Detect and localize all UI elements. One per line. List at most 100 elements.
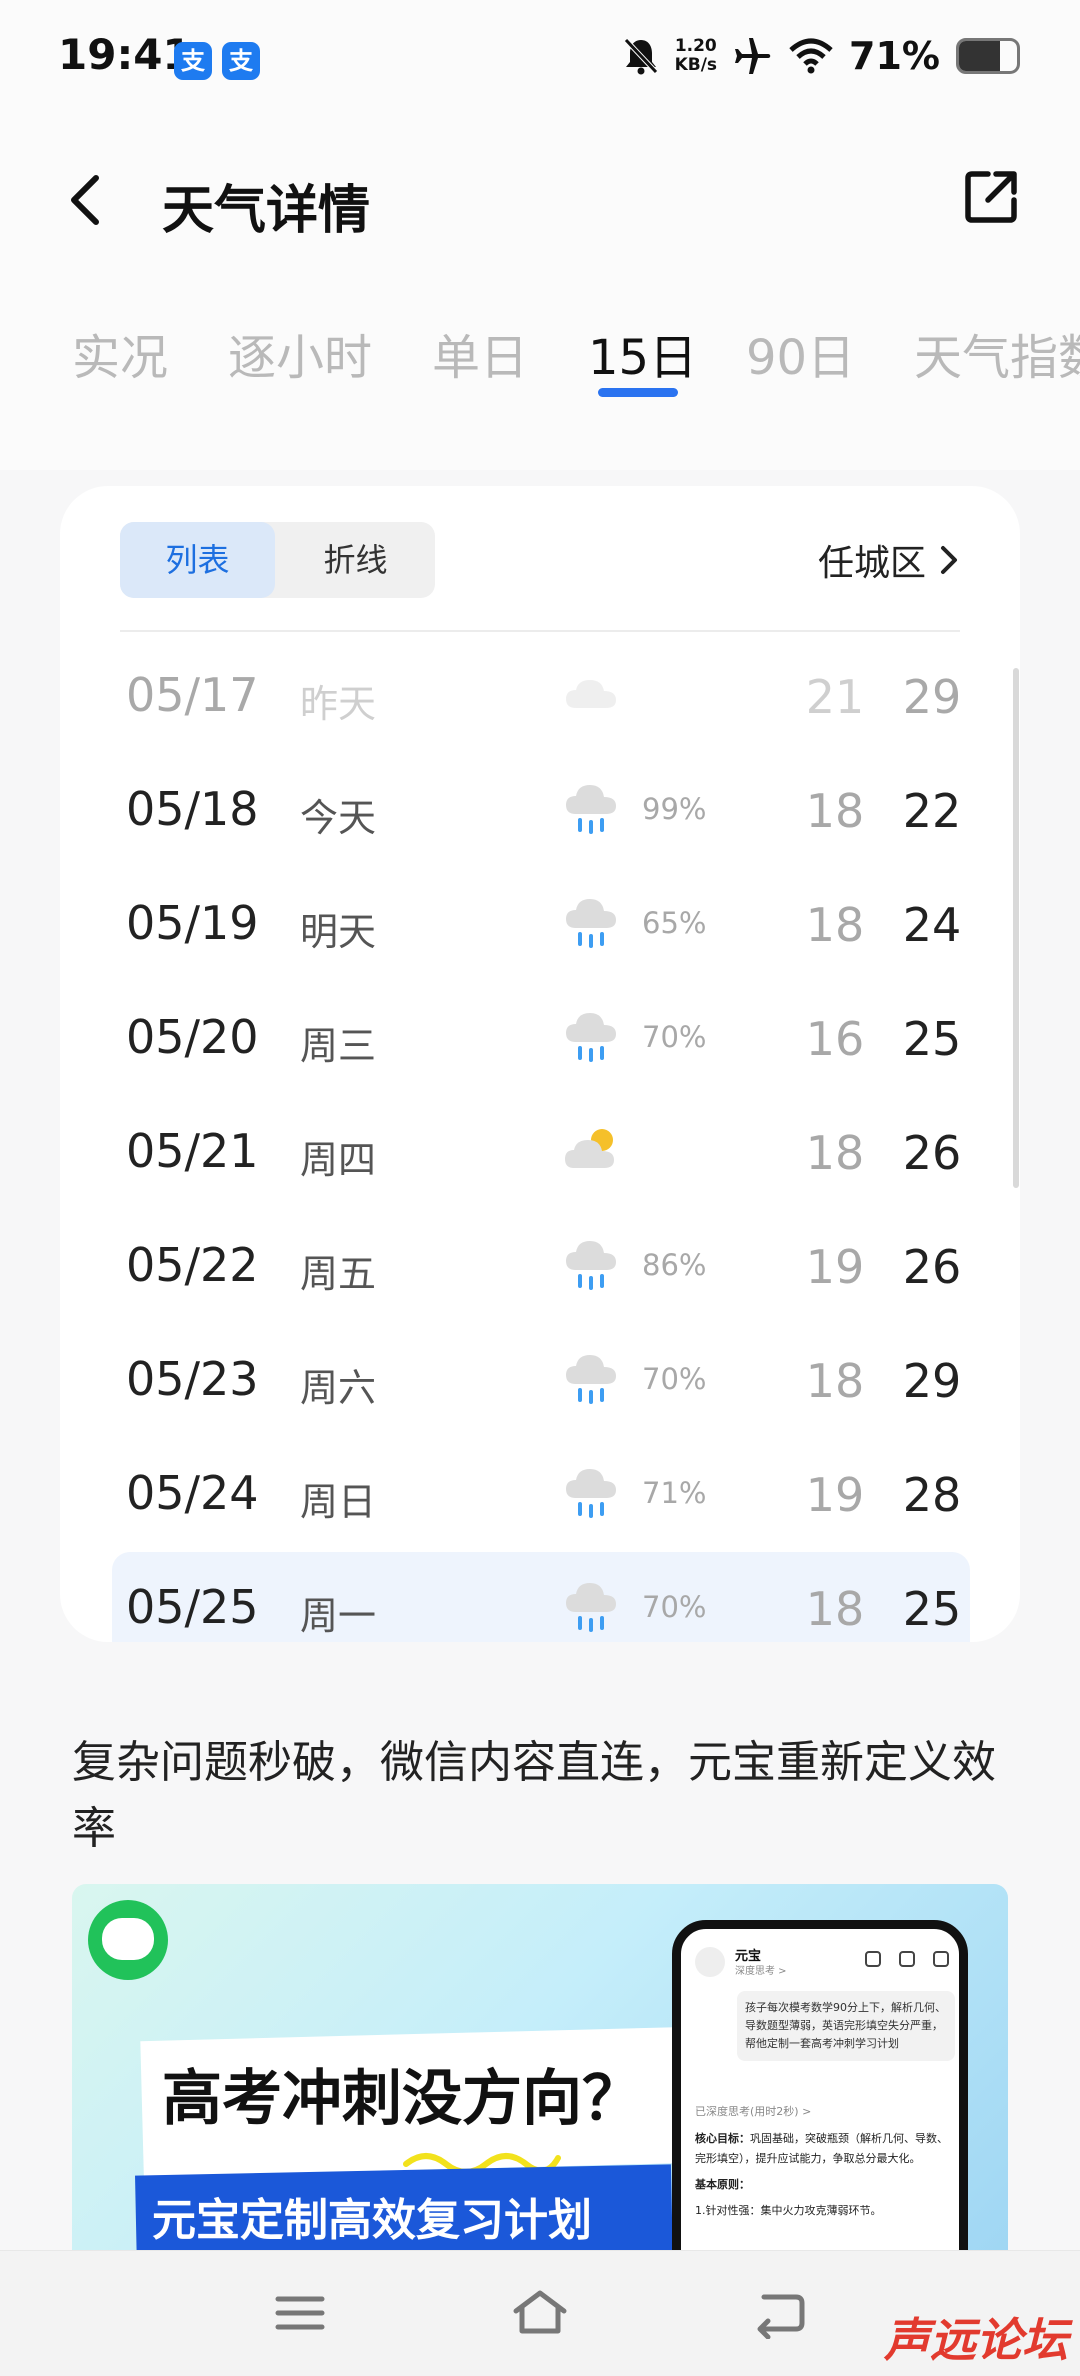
back-button[interactable]	[58, 170, 118, 230]
alipay-icon: 支	[222, 42, 260, 80]
back-nav-button[interactable]	[750, 2287, 810, 2339]
forecast-date: 05/20	[126, 1010, 259, 1064]
ad-subline: 元宝定制高效复习计划	[152, 2195, 592, 2246]
temp-low: 16	[805, 1012, 865, 1066]
temp-high: 26	[902, 1240, 962, 1294]
temp-high: 25	[902, 1012, 962, 1066]
tab-single-day[interactable]: 单日	[432, 318, 528, 388]
rain-icon	[562, 892, 622, 954]
temp-high: 28	[902, 1468, 962, 1522]
divider	[120, 630, 960, 632]
wifi-icon	[789, 38, 833, 74]
rain-icon	[562, 1234, 622, 1296]
scrollbar[interactable]	[1013, 668, 1019, 1188]
temp-low: 19	[805, 1240, 865, 1294]
menu-icon	[695, 1947, 725, 1977]
temp-low: 18	[805, 784, 865, 838]
rain-probability: 71%	[642, 1476, 707, 1510]
temp-low: 21	[805, 670, 865, 724]
temp-low: 18	[805, 1126, 865, 1180]
forecast-date: 05/18	[126, 782, 259, 836]
temp-low: 18	[805, 1354, 865, 1408]
yuanbao-logo-icon	[88, 1900, 168, 1980]
share-button[interactable]	[962, 166, 1022, 226]
forecast-date: 05/22	[126, 1238, 259, 1292]
forecast-day: 明天	[300, 910, 377, 954]
rain-probability: 65%	[642, 906, 707, 940]
airplane-icon	[735, 38, 771, 74]
new-chat-icon	[933, 1951, 949, 1967]
forecast-row[interactable]: 05/23 周六 70% 18 29	[60, 1324, 1020, 1438]
rain-icon	[562, 778, 622, 840]
rain-probability: 70%	[642, 1362, 707, 1396]
phone-user-message: 孩子每次模考数学90分上下，解析几何、导数题型薄弱，英语完形填空失分严重，帮他定…	[737, 1991, 955, 2061]
forecast-row[interactable]: 05/22 周五 86% 19 26	[60, 1210, 1020, 1324]
chevron-right-icon	[941, 546, 957, 574]
forecast-date: 05/21	[126, 1124, 259, 1178]
phone-mockup: 元宝 深度思考 > 孩子每次模考数学90分上下，解析几何、导数题型薄弱，英语完形…	[672, 1920, 968, 2264]
forecast-row[interactable]: 05/19 明天 65% 18 24	[60, 868, 1020, 982]
phone-chat-header: 元宝 深度思考 >	[695, 1943, 955, 1979]
list-view-button[interactable]: 列表	[120, 522, 275, 598]
tab-active-indicator	[598, 388, 678, 397]
temp-high: 22	[902, 784, 962, 838]
tab-15-day[interactable]: 15日	[588, 318, 697, 388]
forecast-day: 昨天	[300, 682, 377, 726]
district-label: 任城区	[817, 543, 926, 584]
tab-90-day[interactable]: 90日	[746, 318, 855, 388]
rain-icon	[562, 1006, 622, 1068]
forecast-day: 周一	[300, 1594, 377, 1638]
temp-low: 18	[805, 1582, 865, 1636]
forecast-date: 05/25	[126, 1580, 259, 1634]
watermark: 声远论坛	[884, 2313, 1068, 2367]
status-time: 19:41	[58, 30, 192, 79]
forecast-row[interactable]: 05/21 周四 18 26	[60, 1096, 1020, 1210]
phone-thinking-note: 已深度思考(用时2秒) >	[695, 2105, 812, 2118]
forecast-date: 05/23	[126, 1352, 259, 1406]
forecast-row[interactable]: 05/20 周三 70% 16 25	[60, 982, 1020, 1096]
page-title: 天气详情	[162, 181, 371, 241]
status-app-icon: 支	[174, 42, 212, 80]
phone-icon	[899, 1951, 915, 1967]
battery-percent: 71%	[849, 34, 940, 78]
temp-high: 25	[902, 1582, 962, 1636]
forecast-date: 05/24	[126, 1466, 259, 1520]
rain-icon	[562, 1462, 622, 1524]
menu-button[interactable]	[270, 2287, 330, 2339]
line-view-button[interactable]: 折线	[278, 522, 433, 598]
header: 天气详情	[0, 140, 1080, 260]
temp-high: 24	[902, 898, 962, 952]
net-speed: 1.20 KB/s	[674, 36, 718, 75]
ad-title[interactable]: 复杂问题秒破，微信内容直连，元宝重新定义效率	[72, 1730, 1012, 1862]
view-toggle: 列表 折线	[120, 522, 435, 598]
home-button[interactable]	[510, 2287, 570, 2339]
forecast-row[interactable]: 05/24 周日 71% 19 28	[60, 1438, 1020, 1552]
tab-bar: 实况 逐小时 单日 15日 90日 天气指数	[0, 318, 1080, 408]
tab-weather-index[interactable]: 天气指数	[914, 318, 1080, 388]
rain-probability: 86%	[642, 1248, 707, 1282]
phone-chat-mode: 深度思考 >	[735, 1966, 787, 1977]
temp-low: 18	[805, 898, 865, 952]
forecast-date: 05/17	[126, 668, 259, 722]
rain-probability: 99%	[642, 792, 707, 826]
rain-probability: 70%	[642, 1020, 707, 1054]
forecast-row[interactable]: 05/17 昨天 21 29	[60, 640, 1020, 754]
district-selector[interactable]: 任城区	[818, 534, 960, 586]
tab-live[interactable]: 实况	[72, 318, 168, 388]
mute-icon	[865, 1951, 881, 1967]
temp-high: 29	[902, 670, 962, 724]
tab-hourly[interactable]: 逐小时	[228, 318, 372, 388]
temp-low: 19	[805, 1468, 865, 1522]
forecast-row[interactable]: 05/18 今天 99% 18 22	[60, 754, 1020, 868]
ad-headline: 高考冲刺没方向？	[162, 2064, 642, 2134]
temp-high: 26	[902, 1126, 962, 1180]
ad-banner[interactable]: 高考冲刺没方向？ 元宝定制高效复习计划 元宝 深度思考 > 孩子每次模考数学90…	[72, 1884, 1008, 2264]
forecast-row[interactable]: 05/25 周一 70% 18 25	[112, 1552, 970, 1642]
forecast-card: 列表 折线 任城区 05/17 昨天 21 29 05/18 今天 99% 18 22 05/19…	[60, 486, 1020, 1642]
forecast-date: 05/19	[126, 896, 259, 950]
forecast-day: 周五	[300, 1252, 377, 1296]
forecast-day: 周四	[300, 1138, 377, 1182]
silent-bell-icon	[623, 38, 658, 75]
temp-high: 29	[902, 1354, 962, 1408]
rain-probability: 70%	[642, 1590, 707, 1624]
